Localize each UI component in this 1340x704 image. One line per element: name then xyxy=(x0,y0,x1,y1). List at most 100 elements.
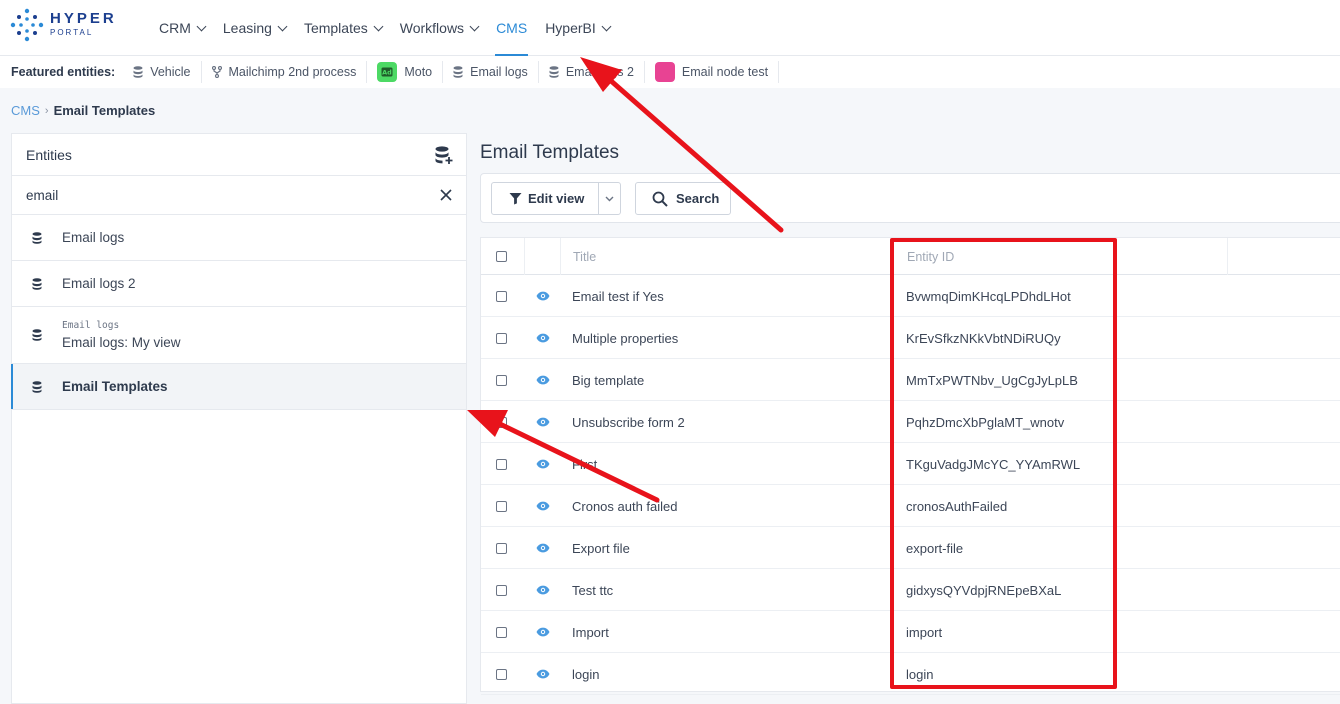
row-select-cell xyxy=(496,317,507,359)
row-entity-id: KrEvSfkzNKkVbtNDiRUQy xyxy=(906,330,1061,346)
table-row[interactable]: Import import xyxy=(481,611,1340,653)
entity-item-text-group: Email logs Email logs: My view xyxy=(62,320,181,350)
row-entity-id: cronosAuthFailed xyxy=(906,498,1008,514)
row-checkbox[interactable] xyxy=(496,626,507,638)
featured-moto[interactable]: Ad Moto xyxy=(367,61,444,83)
row-title-cell: First xyxy=(572,443,597,485)
entity-item-email-logs-my-view[interactable]: Email logs Email logs: My view xyxy=(12,307,466,364)
breadcrumb-separator-icon: › xyxy=(44,104,49,117)
eye-icon[interactable] xyxy=(536,291,550,301)
featured-email-logs[interactable]: Email logs xyxy=(443,61,539,83)
eye-icon[interactable] xyxy=(536,417,550,427)
row-entity-id-cell: BvwmqDimKHcqLPDhdLHot xyxy=(906,275,1071,317)
table-row[interactable]: Big template MmTxPWTNbv_UgCgJyLpLB xyxy=(481,359,1340,401)
nav-templates[interactable]: Templates xyxy=(295,0,391,56)
row-view-cell xyxy=(536,611,550,653)
entity-item-email-logs-2[interactable]: Email logs 2 xyxy=(12,261,466,307)
row-title: Cronos auth failed xyxy=(572,498,678,514)
eye-icon[interactable] xyxy=(536,543,550,553)
entity-id-column-label: Entity ID xyxy=(907,249,955,264)
row-entity-id: login xyxy=(906,666,934,682)
breadcrumb-current: Email Templates xyxy=(53,103,156,118)
nav-leasing[interactable]: Leasing xyxy=(214,0,295,56)
table-row[interactable]: login login xyxy=(481,653,1340,695)
select-all-cell xyxy=(496,238,507,275)
featured-email-node-test[interactable]: Email node test xyxy=(645,61,780,83)
nav-hyperbi-label: HyperBI xyxy=(545,20,596,36)
nav-hyperbi[interactable]: HyperBI xyxy=(536,0,619,56)
table-row[interactable]: Multiple properties KrEvSfkzNKkVbtNDiRUQy xyxy=(481,317,1340,359)
row-view-cell xyxy=(536,569,550,611)
eye-icon[interactable] xyxy=(536,333,550,343)
row-entity-id-cell: gidxysQYVdpjRNEpeBXaL xyxy=(906,569,1061,611)
view-toolbar: Edit view Search xyxy=(480,173,1340,223)
row-checkbox[interactable] xyxy=(496,584,507,596)
eye-icon[interactable] xyxy=(536,585,550,595)
database-icon xyxy=(133,66,143,78)
breadcrumb-cms-link[interactable]: CMS xyxy=(11,103,40,118)
row-checkbox[interactable] xyxy=(496,374,507,386)
clear-search-icon[interactable] xyxy=(440,189,452,201)
select-all-checkbox[interactable] xyxy=(496,251,507,262)
add-database-icon[interactable] xyxy=(434,145,454,165)
edit-view-main[interactable]: Edit view xyxy=(492,183,599,214)
row-view-cell xyxy=(536,359,550,401)
featured-vehicle[interactable]: Vehicle xyxy=(123,61,202,83)
filter-icon xyxy=(509,193,522,205)
row-title-cell: Cronos auth failed xyxy=(572,485,678,527)
entity-id-column-header[interactable]: Entity ID xyxy=(892,238,1227,275)
row-select-cell xyxy=(496,359,507,401)
row-title: Test ttc xyxy=(572,582,614,598)
row-entity-id-cell: TKguVadgJMcYC_YYAmRWL xyxy=(906,443,1080,485)
table-row[interactable]: Cronos auth failed cronosAuthFailed xyxy=(481,485,1340,527)
logo-wordmark: HYPER xyxy=(50,10,117,27)
eye-icon[interactable] xyxy=(536,501,550,511)
eye-icon[interactable] xyxy=(536,459,550,469)
row-checkbox[interactable] xyxy=(496,332,507,344)
table-row[interactable]: Unsubscribe form 2 PqhzDmcXbPglaMT_wnotv xyxy=(481,401,1340,443)
row-entity-id-cell: export-file xyxy=(906,527,963,569)
row-checkbox[interactable] xyxy=(496,458,507,470)
row-select-cell xyxy=(496,569,507,611)
edit-view-button[interactable]: Edit view xyxy=(491,182,621,215)
row-select-cell xyxy=(496,485,507,527)
search-button[interactable]: Search xyxy=(635,182,731,215)
title-column-header[interactable]: Title xyxy=(560,238,892,275)
row-entity-id-cell: KrEvSfkzNKkVbtNDiRUQy xyxy=(906,317,1061,359)
nav-leasing-label: Leasing xyxy=(222,20,272,36)
row-checkbox[interactable] xyxy=(496,542,507,554)
table-row[interactable]: First TKguVadgJMcYC_YYAmRWL xyxy=(481,443,1340,485)
row-title-cell: Unsubscribe form 2 xyxy=(572,401,685,443)
row-view-cell xyxy=(536,275,550,317)
featured-mailchimp[interactable]: Mailchimp 2nd process xyxy=(202,61,368,83)
eye-icon[interactable] xyxy=(536,669,550,679)
row-title: Email test if Yes xyxy=(572,288,664,304)
table-row[interactable]: Export file export-file xyxy=(481,527,1340,569)
entity-item-email-logs[interactable]: Email logs xyxy=(12,215,466,261)
nav-templates-label: Templates xyxy=(303,20,368,36)
table-row[interactable]: Email test if Yes BvwmqDimKHcqLPDhdLHot xyxy=(481,275,1340,317)
edit-view-dropdown[interactable] xyxy=(599,196,620,202)
featured-mailchimp-label: Mailchimp 2nd process xyxy=(228,65,357,79)
featured-email-logs-2[interactable]: Email logs 2 xyxy=(539,61,645,83)
row-checkbox[interactable] xyxy=(496,290,507,302)
eye-icon[interactable] xyxy=(536,627,550,637)
eye-icon[interactable] xyxy=(536,375,550,385)
hyper-portal-logo[interactable]: HYPER PORTAL xyxy=(10,8,130,44)
row-title-cell: Email test if Yes xyxy=(572,275,664,317)
nav-workflows[interactable]: Workflows xyxy=(391,0,487,56)
table-row[interactable]: Test ttc gidxysQYVdpjRNEpeBXaL xyxy=(481,569,1340,611)
nav-cms[interactable]: CMS xyxy=(487,0,536,56)
row-checkbox[interactable] xyxy=(496,668,507,680)
database-icon xyxy=(453,66,463,78)
entity-item-label: Email logs: My view xyxy=(62,335,181,350)
entity-item-parent: Email logs xyxy=(62,320,120,331)
entity-item-email-templates[interactable]: Email Templates xyxy=(11,364,466,410)
row-checkbox[interactable] xyxy=(496,500,507,512)
entities-search-input[interactable] xyxy=(26,187,406,203)
row-checkbox[interactable] xyxy=(496,416,507,428)
page-title: Email Templates xyxy=(480,142,620,163)
row-title-cell: Import xyxy=(572,611,609,653)
search-button-label: Search xyxy=(676,191,720,206)
nav-crm[interactable]: CRM xyxy=(150,0,214,56)
